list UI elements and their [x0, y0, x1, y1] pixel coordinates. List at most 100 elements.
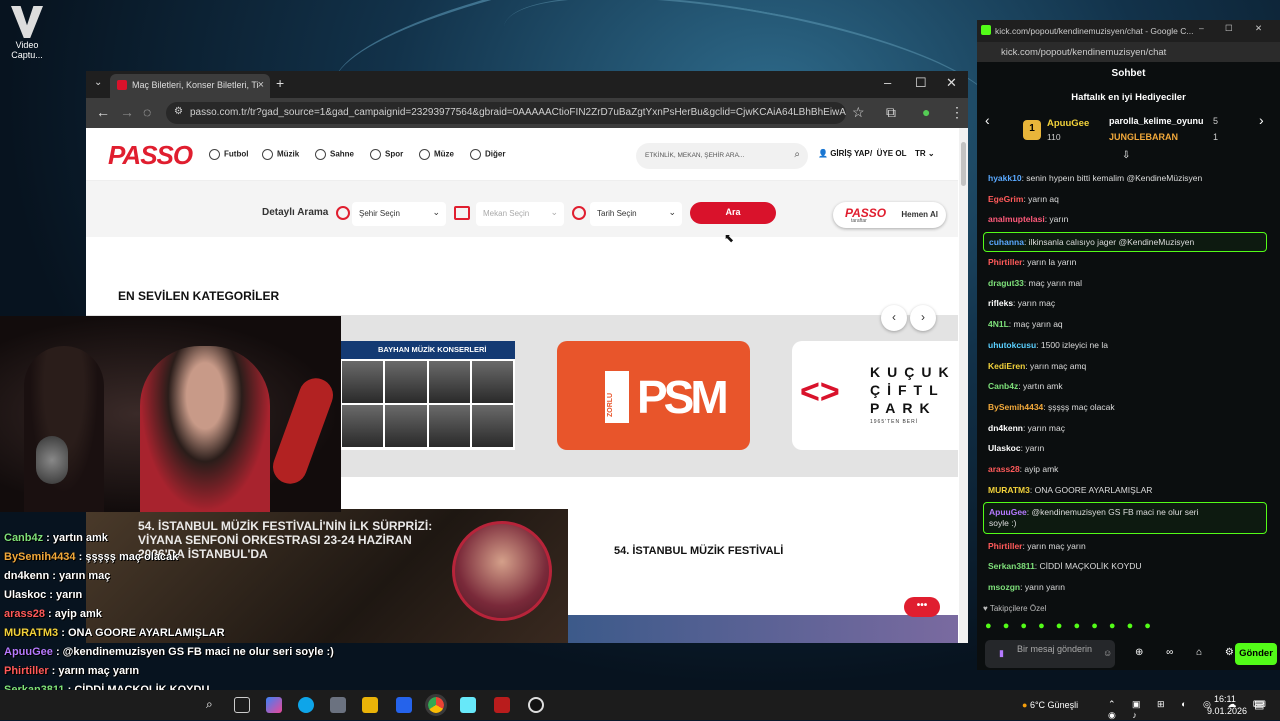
back-icon[interactable]: ←	[96, 104, 110, 120]
category-card-zorlu-psm[interactable]: PSM ZORLU	[557, 341, 750, 450]
outlook-icon[interactable]	[396, 697, 412, 713]
minimize-icon[interactable]: –	[1199, 23, 1204, 33]
top-gifter-name[interactable]: ApuuGee	[1047, 118, 1089, 129]
venue-select[interactable]: Mekan Seçin ⌄	[476, 202, 564, 226]
chat-username[interactable]: ApuuGee	[989, 507, 1027, 517]
search-button[interactable]: Ara	[690, 202, 776, 224]
maximize-icon[interactable]: ☐	[1225, 23, 1233, 34]
chat-username[interactable]: analmuptelasi	[988, 214, 1045, 224]
kick-url-field[interactable]: kick.com/popout/kendinemuzisyen/chat	[977, 42, 1280, 62]
video-capture-desktop-icon[interactable]: Video Captu...	[8, 6, 46, 60]
chat-username[interactable]: dragut33	[988, 278, 1024, 288]
nav-diger[interactable]: Diğer	[470, 149, 505, 160]
task-view-icon[interactable]	[234, 697, 250, 713]
chat-username[interactable]: hyakk10	[988, 173, 1022, 183]
send-button[interactable]: Gönder	[1235, 643, 1277, 665]
chat-username[interactable]: uhutokcusu	[988, 340, 1036, 350]
passo-taraftar-promo[interactable]: PASSO taraftar Hemen Al	[833, 202, 946, 228]
bookmark-star-icon[interactable]: ☆	[852, 104, 865, 121]
kick-toolbar-icons[interactable]: ⊕ ∞ ⌂ ⚙	[1135, 647, 1244, 658]
festival-banner-image[interactable]: 54. İSTANBUL MÜZİK FESTİVALİ'NİN İLK SÜR…	[86, 509, 568, 643]
chat-username[interactable]: Serkan3811	[988, 561, 1035, 571]
festival-title[interactable]: 54. İSTANBUL MÜZİK FESTİVALİ	[614, 545, 783, 557]
chat-username[interactable]: Phirtiller	[988, 257, 1022, 267]
city-select[interactable]: Şehir Seçin ⌄	[352, 202, 446, 226]
close-window-icon[interactable]: ✕	[946, 75, 957, 91]
gifters-next-icon[interactable]: ›	[1259, 112, 1264, 128]
chat-username[interactable]: msozgn	[988, 582, 1020, 592]
passo-logo[interactable]: PASSO	[108, 140, 193, 171]
notification-icon[interactable]: ▤	[1254, 698, 1264, 711]
emoji-icon[interactable]: ☺	[1103, 648, 1112, 659]
overlay-chat-line: ApuuGee : @kendinemuzisyen GS FB maci ne…	[4, 646, 334, 658]
chat-username[interactable]: EgeGrim	[988, 194, 1023, 204]
explorer-icon[interactable]	[362, 697, 378, 713]
emote-bar[interactable]: ● ● ● ● ● ● ● ● ● ●	[985, 620, 1155, 632]
nav-futbol[interactable]: Futbol	[209, 149, 248, 160]
weather-widget[interactable]: ● 6°C Güneşli	[1022, 700, 1078, 710]
search-icon[interactable]: ⌕	[206, 697, 222, 713]
nav-muzik[interactable]: Müzik	[262, 149, 299, 160]
gifter-3-name[interactable]: JUNGLEBARAN	[1109, 132, 1178, 142]
browser-tab[interactable]: Maç Biletleri, Konser Biletleri, Ti ×	[110, 74, 270, 98]
forward-icon[interactable]: →	[120, 104, 134, 120]
chat-message-input[interactable]: ▮ Bir mesaj gönderin ☺	[985, 640, 1115, 668]
chevron-down-icon: ⌄	[550, 207, 558, 217]
copilot-icon[interactable]	[266, 697, 282, 713]
chat-username[interactable]: MURATM3	[988, 485, 1030, 495]
edge-icon[interactable]	[298, 697, 314, 713]
chat-username[interactable]: cuhanna	[989, 237, 1024, 247]
carousel-prev-button[interactable]: ‹	[881, 305, 907, 331]
chat-username[interactable]: dn4kenn	[988, 423, 1023, 433]
carousel-next-button[interactable]: ›	[910, 305, 936, 331]
nav-muze[interactable]: Müze	[419, 149, 454, 160]
page-scrollbar[interactable]	[959, 128, 968, 643]
site-search-input[interactable]: ETKİNLİK, MEKAN, ŞEHİR ARA... ⌕	[636, 143, 808, 169]
chat-username[interactable]: BySemih4434	[988, 402, 1043, 412]
signup-link[interactable]: / ÜYE OL	[870, 149, 906, 158]
overlay-chat-text: : ONA GOORE AYARLAMIŞLAR	[58, 627, 225, 639]
obs-icon[interactable]	[528, 697, 544, 713]
clock-time[interactable]: 16:11	[1214, 694, 1236, 704]
pin-icon: ⇩	[1122, 150, 1131, 161]
profile-icon[interactable]: ●	[922, 104, 930, 120]
clock-date[interactable]: 9.01.2026	[1207, 706, 1247, 716]
site-info-icon[interactable]: ⚙	[174, 106, 183, 117]
gifter-2-name[interactable]: parolla_kelime_oyunu	[1109, 116, 1204, 126]
tab-search-icon[interactable]: ⌄	[94, 77, 102, 88]
category-card-kucukciftlik[interactable]: <> KUÇUK ÇİFTL PARK 1965'TEN BERİ	[792, 341, 958, 450]
menu-icon[interactable]: ⋮	[950, 104, 964, 121]
minimize-icon[interactable]: –	[884, 75, 891, 90]
extensions-icon[interactable]: ⧉	[886, 104, 896, 121]
chat-username[interactable]: arass28	[988, 464, 1020, 474]
loading-icon[interactable]: ◌	[143, 104, 151, 120]
store-icon[interactable]	[330, 697, 346, 713]
support-chat-icon[interactable]: •••	[904, 597, 940, 617]
video-editor-icon[interactable]	[494, 697, 510, 713]
chat-username[interactable]: Canb4z	[988, 381, 1018, 391]
new-tab-icon[interactable]: +	[276, 75, 284, 91]
chat-username[interactable]: 4N1L	[988, 319, 1009, 329]
conductor-photo	[452, 521, 552, 621]
gifters-prev-icon[interactable]: ‹	[985, 112, 990, 128]
hemen-al-button[interactable]: Hemen Al	[901, 210, 938, 219]
maximize-icon[interactable]: ☐	[915, 75, 927, 91]
url-field[interactable]: ⚙ passo.com.tr/tr?gad_source=1&gad_campa…	[166, 102, 846, 124]
notepad-icon[interactable]	[460, 697, 476, 713]
mic-icon[interactable]: ▮	[999, 648, 1004, 659]
chat-username[interactable]: Ulaskoc	[988, 443, 1021, 453]
chat-username[interactable]: KediEren	[988, 361, 1025, 371]
date-select[interactable]: Tarih Seçin ⌄	[590, 202, 682, 226]
chat-username[interactable]: Phirtiller	[988, 541, 1022, 551]
chat-text: : yarın	[1044, 214, 1069, 224]
close-tab-icon[interactable]: ×	[258, 79, 264, 91]
chat-username[interactable]: rifleks	[988, 298, 1013, 308]
category-card-bayhan[interactable]: BAYHAN MÜZİK KONSERLERİ	[340, 341, 515, 450]
nav-spor[interactable]: Spor	[370, 149, 403, 160]
login-link[interactable]: 👤 GİRİŞ YAP	[818, 149, 870, 158]
close-window-icon[interactable]: ✕	[1255, 23, 1262, 34]
language-select[interactable]: TR ⌄	[915, 149, 935, 158]
nav-sahne[interactable]: Sahne	[315, 149, 354, 160]
chrome-icon[interactable]	[425, 694, 447, 716]
chat-text: : CİDDİ MAÇKOLİK KOYDU	[1034, 561, 1142, 571]
